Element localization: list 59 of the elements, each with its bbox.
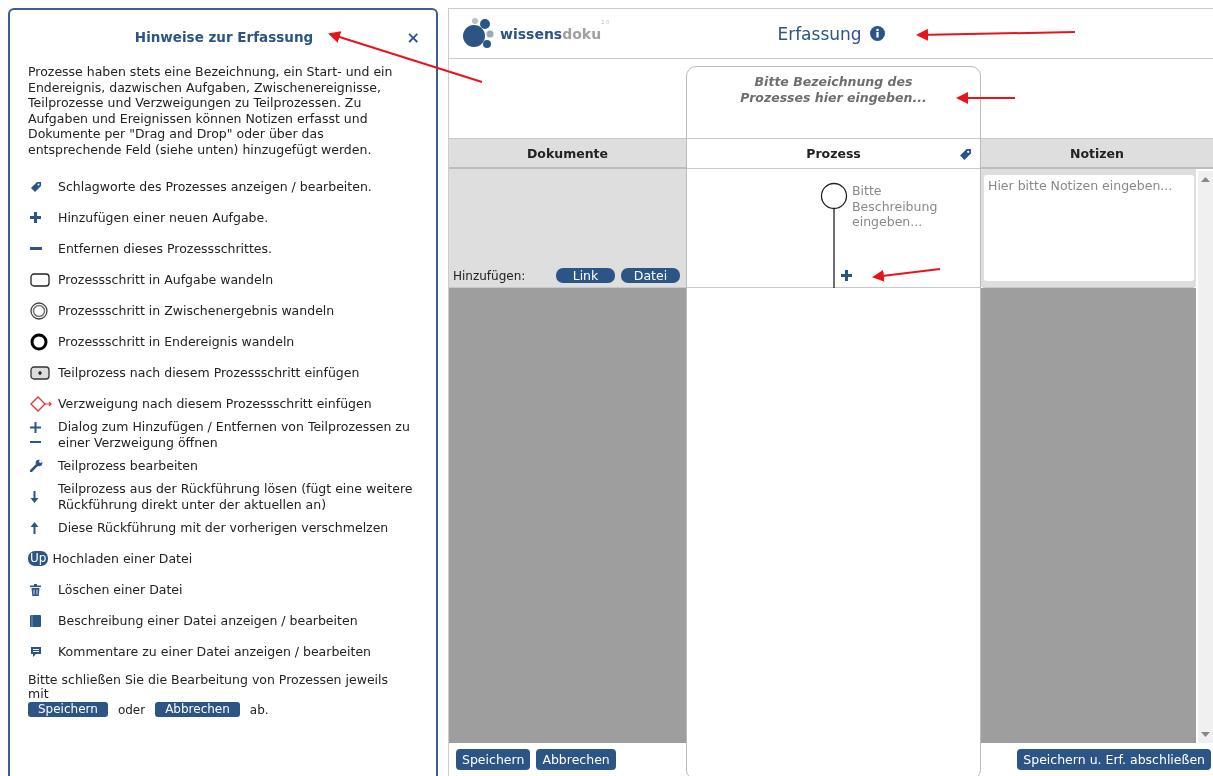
intro-text: Prozesse haben stets eine Bezeichnung, ein Start- und ein Endereignis, dazwischen Aufgaben, Zwischenereignisse, Teilprozesse und Verzweigungen zu Teilprozessen. Zu Aufgaben und Ereignissen können Notizen erfasst und Dokumente per "Drag and Drop" oder über das entsprechende Feld (siehe unten) hinzugefügt werden. bbox=[28, 64, 394, 157]
footer-button[interactable]: Abbrechen bbox=[536, 749, 616, 770]
close-button[interactable]: × bbox=[406, 28, 420, 47]
minus-icon bbox=[30, 247, 42, 250]
legend-text: Entfernen dieses Prozessschrittes. bbox=[58, 240, 273, 257]
info-icon[interactable] bbox=[869, 26, 885, 41]
footer-button[interactable]: Speichern bbox=[456, 749, 531, 770]
panel-title: Hinweise zur Erfassung bbox=[134, 29, 314, 45]
legend-text: Verzweigung nach diesem Prozessschritt einfügen bbox=[58, 395, 372, 412]
legend-text: Löschen einer Datei bbox=[58, 581, 183, 598]
logo-text: wissens bbox=[500, 25, 563, 42]
closing-text: Bitte schließen Sie die Bearbeitung von Prozessen jeweils mit bbox=[28, 673, 390, 701]
legend-text: Kommentare zu einer Datei anzeigen / bearbeiten bbox=[58, 643, 371, 660]
closing-text: ab. bbox=[249, 702, 269, 717]
legend-text: Prozessschritt in Aufgabe wandeln bbox=[58, 271, 274, 288]
plus-icon[interactable] bbox=[841, 270, 852, 281]
rectangle-icon bbox=[30, 272, 50, 287]
save-label: Speichern bbox=[28, 702, 108, 717]
legend-text: Teilprozess bearbeiten bbox=[58, 457, 198, 474]
legend-text: Teilprozess nach diesem Prozessschritt einfügen bbox=[58, 364, 360, 381]
arrow-up-icon bbox=[30, 521, 39, 534]
diamond-icon bbox=[30, 395, 54, 412]
wrench-icon bbox=[30, 459, 43, 472]
finish-button[interactable]: Speichern u. Erf. abschließen bbox=[1017, 749, 1211, 770]
notes-field[interactable]: Hier bitte Notizen eingeben... bbox=[984, 175, 1194, 281]
legend-text: Schlagworte des Prozesses anzeigen / bearbeiten. bbox=[58, 178, 372, 195]
legend-text: Dialog zum Hinzufügen / Entfernen von Teilprozessen zu einer Verzweigung öffnen bbox=[58, 419, 411, 450]
page-title: Erfassung bbox=[777, 23, 862, 44]
legend-text: Hochladen einer Datei bbox=[52, 550, 193, 567]
logo-text: doku bbox=[562, 25, 602, 42]
closing-text: oder bbox=[117, 702, 146, 717]
legend-text: Diese Rückführung mit der vorherigen verschmelzen bbox=[58, 519, 389, 536]
book-icon bbox=[30, 614, 41, 627]
legend-text: Teilprozess aus der Rückführung lösen (fügt eine weitere Rückführung direkt unter der aktuellen an) bbox=[58, 481, 414, 512]
column-header: Dokumente bbox=[449, 138, 686, 169]
scroll-up-icon[interactable] bbox=[1201, 177, 1210, 182]
comment-icon bbox=[30, 645, 42, 658]
legend-text: Prozessschritt in Endereignis wandeln bbox=[58, 333, 295, 350]
column-header: Notizen bbox=[981, 138, 1213, 169]
legend-text: Prozessschritt in Zwischenergebnis wandeln bbox=[58, 302, 335, 319]
trash-icon bbox=[30, 583, 41, 596]
bold-circle-icon bbox=[30, 332, 48, 351]
tag-icon bbox=[30, 180, 42, 193]
arrow-down-icon bbox=[30, 490, 39, 503]
tag-icon[interactable] bbox=[959, 148, 972, 161]
scroll-down-icon[interactable] bbox=[1201, 732, 1210, 737]
add-button[interactable]: Link bbox=[556, 268, 615, 283]
legend-text: Beschreibung einer Datei anzeigen / bearbeiten bbox=[58, 612, 358, 629]
plus-icon bbox=[30, 212, 41, 223]
cancel-label: Abbrechen bbox=[155, 702, 240, 717]
annotation-arrow bbox=[872, 268, 941, 282]
legend-text: Hinzufügen einer neuen Aufgabe. bbox=[58, 209, 269, 226]
add-label: Hinzufügen: bbox=[453, 268, 526, 283]
column-header: Prozess bbox=[806, 146, 861, 161]
add-button[interactable]: Datei bbox=[621, 268, 680, 283]
upload-badge: Up bbox=[28, 551, 49, 566]
annotation-arrow bbox=[956, 92, 1016, 104]
double-circle-icon bbox=[30, 301, 48, 320]
subprocess-icon bbox=[30, 365, 50, 380]
